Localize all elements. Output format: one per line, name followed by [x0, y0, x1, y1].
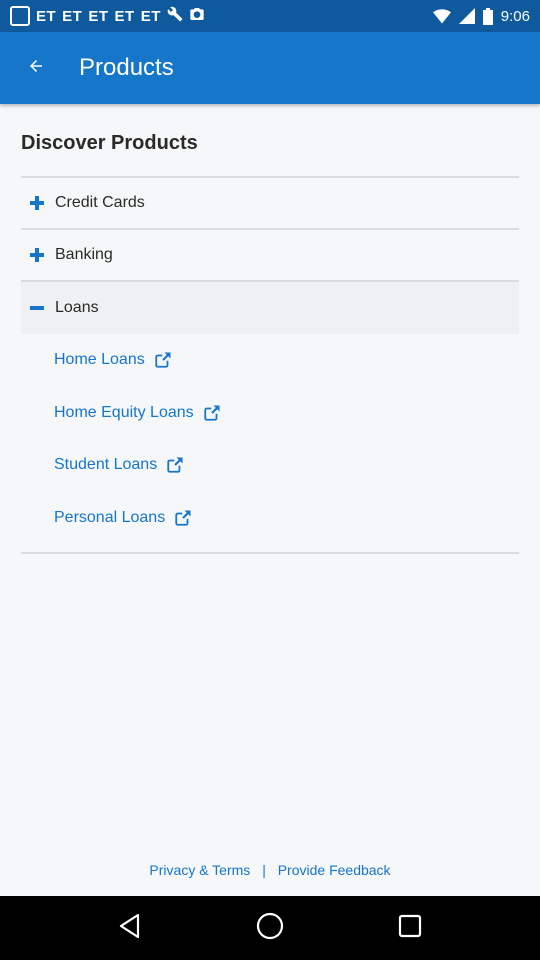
link-student-loans[interactable]: Student Loans [21, 439, 519, 492]
category-loans[interactable]: Loans [21, 282, 519, 334]
status-bar: ET ET ET ET ET 9:06 [0, 0, 540, 32]
nav-home-button[interactable] [245, 903, 295, 953]
footer-links: Privacy & Terms | Provide Feedback [0, 862, 540, 878]
square-recents-icon [398, 914, 422, 943]
provide-feedback-link[interactable]: Provide Feedback [278, 862, 391, 878]
external-link-icon [203, 404, 221, 422]
carrier-label: ET [36, 7, 57, 25]
carrier-label: ET [62, 7, 83, 25]
system-nav-bar [0, 896, 540, 960]
plus-icon [21, 248, 55, 262]
external-link-icon [154, 351, 172, 369]
back-button[interactable] [0, 32, 72, 104]
wifi-icon [432, 8, 451, 24]
link-label: Home Loans [54, 351, 145, 369]
carrier-label: ET [88, 7, 109, 25]
category-credit-cards[interactable]: Credit Cards [21, 178, 519, 230]
status-indicators: 9:06 [432, 7, 530, 25]
signal-icon [458, 8, 475, 24]
privacy-terms-link[interactable]: Privacy & Terms [149, 862, 250, 878]
category-label: Loans [55, 299, 99, 316]
camera-icon [189, 6, 205, 27]
category-label: Credit Cards [55, 194, 145, 211]
footer-separator: | [262, 862, 266, 878]
nav-recents-button[interactable] [385, 903, 435, 953]
plus-icon [21, 196, 55, 210]
nav-back-button[interactable] [105, 903, 155, 953]
circle-home-icon [256, 912, 284, 945]
notification-icons: ET ET ET ET ET [10, 6, 205, 27]
app-bar: Products [0, 32, 540, 104]
link-personal-loans[interactable]: Personal Loans [21, 492, 519, 545]
minus-icon [21, 301, 55, 315]
battery-icon [482, 7, 493, 25]
link-label: Student Loans [54, 456, 158, 474]
carrier-label: ET [140, 7, 161, 25]
link-label: Personal Loans [54, 508, 166, 526]
triangle-back-icon [118, 913, 142, 944]
wrench-icon [167, 6, 183, 27]
link-home-loans[interactable]: Home Loans [21, 334, 519, 387]
external-link-icon [174, 509, 192, 527]
section-title: Discover Products [21, 104, 519, 178]
external-link-icon [166, 456, 184, 474]
carrier-label: ET [114, 7, 135, 25]
page-title: Products [79, 54, 174, 81]
products-content: Discover Products Credit Cards Banking L… [21, 104, 519, 554]
link-label: Home Equity Loans [54, 403, 194, 421]
category-label: Banking [55, 246, 113, 263]
link-home-equity-loans[interactable]: Home Equity Loans [21, 387, 519, 440]
arrow-back-icon [27, 57, 45, 80]
clock-time: 9:06 [500, 7, 530, 25]
notification-box-icon [10, 6, 30, 26]
category-banking[interactable]: Banking [21, 230, 519, 282]
loans-sublist: Home Loans Home Equity Loans Student Loa… [21, 334, 519, 554]
